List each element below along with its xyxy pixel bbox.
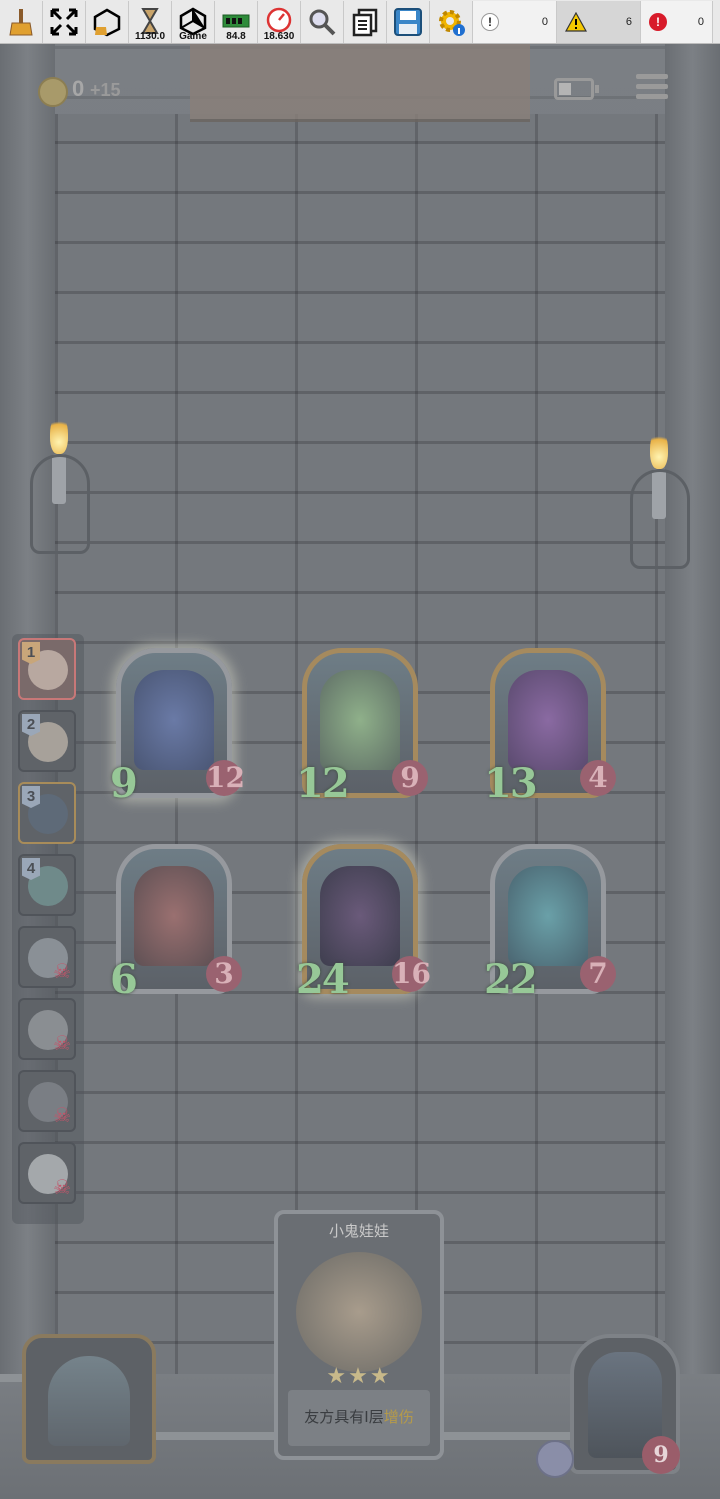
- health-value: 7: [580, 956, 616, 992]
- warning-count: 6: [625, 15, 632, 28]
- attack-value: 13: [484, 760, 538, 807]
- skull-icon: ☠: [53, 1031, 71, 1055]
- armored-knight-portrait: [134, 866, 214, 966]
- voodoo-doll-portrait: [296, 1252, 422, 1372]
- deck-portrait: [48, 1356, 130, 1446]
- draw-deck[interactable]: [22, 1334, 156, 1464]
- skull-icon: ☠: [53, 1103, 71, 1127]
- shield-icon: [536, 1440, 574, 1478]
- settings-gear-icon[interactable]: [430, 0, 473, 43]
- team-roster: 1 2 3 4 ☠ ☠ ☠ ☠: [12, 634, 84, 1224]
- coin-count: 0: [72, 76, 85, 101]
- game-scene: 0 +15 1 2 3 4 ☠ ☠ ☠ ☠ 9 12 12 9 13 4 6 3…: [0, 44, 720, 1499]
- copy-icon[interactable]: [344, 0, 387, 43]
- game-label: Game: [179, 30, 207, 42]
- debug-toolbar: 1130.0 Game 84.8 18.630 ! 0 6 ! 0: [0, 0, 720, 44]
- fullscreen-icon[interactable]: [43, 0, 86, 43]
- battery-icon: [554, 78, 599, 100]
- coin-bonus: +15: [90, 80, 121, 100]
- skull-icon: ☠: [53, 959, 71, 983]
- roster-slot[interactable]: ☠: [18, 998, 76, 1060]
- blue-rabbit-monster-portrait: [508, 866, 588, 966]
- featured-card-name: 小鬼娃娃: [328, 1222, 389, 1240]
- warning-log-counter[interactable]: 6: [557, 0, 641, 43]
- green-croc-egg-portrait: [320, 670, 400, 770]
- left-torch: [30, 414, 90, 564]
- info-count: 0: [541, 15, 548, 28]
- attack-value: 12: [296, 760, 350, 807]
- error-count: 0: [697, 15, 704, 28]
- featured-card[interactable]: 小鬼娃娃 ★★★ 友方具有I层增伤: [274, 1210, 444, 1460]
- timescale-value: 1130.0: [134, 30, 166, 42]
- pipe: [150, 1432, 280, 1440]
- unit-card[interactable]: 13 4: [484, 648, 616, 807]
- speedometer-icon[interactable]: 18.630: [258, 0, 301, 43]
- right-torch: [630, 429, 690, 579]
- attack-value: 6: [110, 956, 138, 1003]
- info-icon: !: [481, 12, 499, 31]
- unit-card[interactable]: 12 9: [296, 648, 428, 807]
- purple-dragon-portrait: [508, 670, 588, 770]
- health-value: 12: [206, 760, 245, 796]
- info-log-counter[interactable]: ! 0: [473, 0, 557, 43]
- unity-game-icon[interactable]: Game: [172, 0, 215, 43]
- attack-value: 22: [484, 956, 538, 1003]
- hourglass-icon[interactable]: 1130.0: [129, 0, 172, 43]
- memory-value: 84.8: [226, 30, 246, 42]
- pipe: [440, 1432, 570, 1440]
- save-floppy-icon[interactable]: [387, 0, 430, 43]
- roster-slot[interactable]: 3: [18, 782, 76, 844]
- shadow-dragon-portrait: [320, 866, 400, 966]
- error-icon: !: [649, 12, 667, 31]
- unit-card[interactable]: 24 16: [296, 844, 431, 1003]
- health-value: 16: [392, 956, 431, 992]
- roster-slot[interactable]: 1: [18, 638, 76, 700]
- coin-icon: [38, 77, 68, 107]
- unit-card[interactable]: 9 12: [110, 648, 245, 807]
- search-icon[interactable]: [301, 0, 344, 43]
- unity-broom-icon[interactable]: [86, 0, 129, 43]
- roster-slot[interactable]: ☠: [18, 1070, 76, 1132]
- roster-slot[interactable]: 4: [18, 854, 76, 916]
- right-pillar: [665, 44, 720, 1499]
- error-log-counter[interactable]: ! 0: [641, 0, 713, 43]
- attack-value: 24: [296, 956, 350, 1003]
- memory-ram-icon[interactable]: 84.8: [215, 0, 258, 43]
- player-health: 9: [642, 1436, 680, 1474]
- attack-value: 9: [110, 760, 138, 807]
- blue-crystal-dragon-portrait: [134, 670, 214, 770]
- health-value: 4: [580, 760, 616, 796]
- unit-card[interactable]: 22 7: [484, 844, 616, 1003]
- featured-card-description-box: 友方具有I层增伤: [288, 1390, 430, 1446]
- roster-slot[interactable]: ☠: [18, 926, 76, 988]
- warning-icon: [565, 11, 587, 32]
- clear-broom-icon[interactable]: [0, 0, 43, 43]
- star-rating: ★★★: [326, 1364, 392, 1389]
- roster-slot[interactable]: ☠: [18, 1142, 76, 1204]
- featured-card-description: 友方具有I层增伤: [304, 1408, 414, 1426]
- health-value: 9: [392, 760, 428, 796]
- frame-time-value: 18.630: [263, 30, 295, 42]
- skull-icon: ☠: [53, 1175, 71, 1199]
- menu-icon[interactable]: [636, 74, 668, 104]
- health-value: 3: [206, 956, 242, 992]
- top-archway: [190, 44, 530, 122]
- roster-slot[interactable]: 2: [18, 710, 76, 772]
- unit-card[interactable]: 6 3: [110, 844, 242, 1003]
